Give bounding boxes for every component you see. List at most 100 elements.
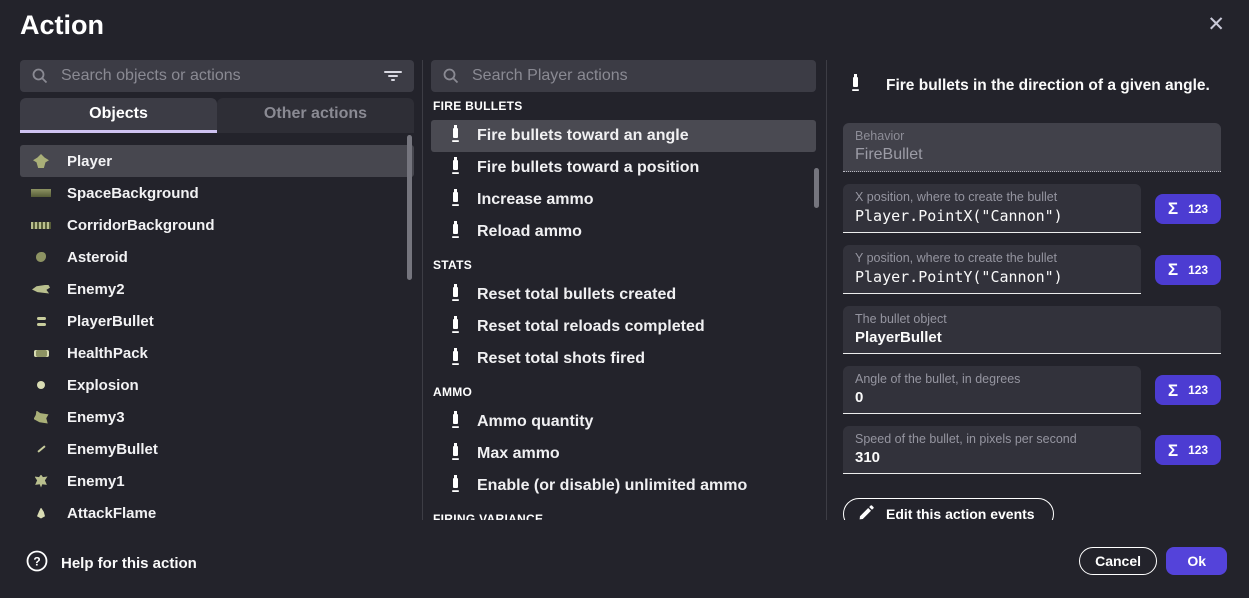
object-item-healthpack[interactable]: HealthPack: [20, 337, 414, 369]
action-item-fire-bullets-toward-a-position[interactable]: Fire bullets toward a position: [431, 152, 816, 184]
y-position-field[interactable]: Y position, where to create the bullet P…: [843, 245, 1141, 294]
bullet-icon: [451, 348, 460, 371]
actions-search-input[interactable]: [470, 66, 804, 86]
bullet-object-field[interactable]: The bullet object PlayerBullet: [843, 306, 1221, 354]
field-label: X position, where to create the bullet: [855, 190, 1129, 204]
objects-scrollbar[interactable]: [407, 135, 412, 280]
section-header-ammo: AMMO: [433, 385, 816, 399]
field-value[interactable]: Player.PointX("Cannon"): [855, 207, 1129, 225]
tab-objects[interactable]: Objects: [20, 98, 217, 133]
bullet-icon: [451, 443, 460, 466]
action-dialog: Action ✕ Objects Other actions: [0, 0, 1249, 598]
field-label: Behavior: [855, 129, 1209, 143]
tab-other-actions[interactable]: Other actions: [217, 98, 414, 133]
action-item-reset-total-bullets-created[interactable]: Reset total bullets created: [431, 279, 816, 311]
object-item-player[interactable]: Player: [20, 145, 414, 177]
field-row-bullet-object: The bullet object PlayerBullet: [843, 306, 1221, 354]
action-item-reset-total-reloads-completed[interactable]: Reset total reloads completed: [431, 311, 816, 343]
action-item-ammo-quantity[interactable]: Ammo quantity: [431, 406, 816, 438]
speed-field[interactable]: Speed of the bullet, in pixels per secon…: [843, 426, 1141, 474]
object-label: EnemyBullet: [67, 441, 158, 458]
search-icon: [443, 68, 459, 84]
object-item-playerbullet[interactable]: PlayerBullet: [20, 305, 414, 337]
numbers-123-icon: 123: [1188, 203, 1208, 215]
field-value[interactable]: 310: [855, 449, 1129, 466]
angle-field[interactable]: Angle of the bullet, in degrees 0: [843, 366, 1141, 414]
field-value[interactable]: Player.PointY("Cannon"): [855, 268, 1129, 286]
object-label: Explosion: [67, 377, 139, 394]
action-item-fire-bullets-toward-an-angle[interactable]: Fire bullets toward an angle: [431, 120, 816, 152]
object-label: Enemy1: [67, 473, 125, 490]
field-row-y-position: Y position, where to create the bullet P…: [843, 245, 1221, 294]
object-item-enemy2[interactable]: Enemy2: [20, 273, 414, 305]
enemy2-sprite-icon: [30, 285, 52, 294]
field-row-angle: Angle of the bullet, in degrees 0 Σ 123: [843, 366, 1221, 414]
asteroid-sprite-icon: [30, 252, 52, 262]
object-list: Player SpaceBackground CorridorBackgroun…: [20, 145, 414, 520]
object-item-asteroid[interactable]: Asteroid: [20, 241, 414, 273]
expression-builder-button[interactable]: Σ 123: [1155, 255, 1221, 285]
actions-panel: FIRE BULLETS Fire bullets toward an angl…: [423, 60, 827, 520]
sigma-icon: Σ: [1168, 200, 1178, 217]
action-item-max-ammo[interactable]: Max ammo: [431, 438, 816, 470]
action-item-reset-total-shots-fired[interactable]: Reset total shots fired: [431, 343, 816, 375]
field-row-speed: Speed of the bullet, in pixels per secon…: [843, 426, 1221, 474]
field-value[interactable]: PlayerBullet: [855, 329, 1209, 346]
dialog-header: Action ✕: [0, 0, 1249, 60]
field-label: Y position, where to create the bullet: [855, 251, 1129, 265]
action-item-enable-unlimited-ammo[interactable]: Enable (or disable) unlimited ammo: [431, 470, 816, 502]
dialog-content: Objects Other actions Player SpaceBackgr…: [0, 60, 1249, 520]
actions-search-box[interactable]: [431, 60, 816, 92]
field-value[interactable]: 0: [855, 389, 1129, 406]
edit-button-label: Edit this action events: [886, 506, 1035, 520]
close-icon[interactable]: ✕: [1207, 14, 1225, 35]
object-label: AttackFlame: [67, 505, 156, 521]
behavior-field: Behavior FireBullet: [843, 123, 1221, 172]
numbers-123-icon: 123: [1188, 444, 1208, 456]
action-label: Ammo quantity: [477, 413, 593, 431]
help-link[interactable]: ? Help for this action: [26, 550, 197, 576]
edit-action-events-button[interactable]: Edit this action events: [843, 498, 1054, 520]
action-label: Reset total shots fired: [477, 350, 645, 368]
object-item-enemy3[interactable]: Enemy3: [20, 401, 414, 433]
x-position-field[interactable]: X position, where to create the bullet P…: [843, 184, 1141, 233]
object-item-enemy1[interactable]: Enemy1: [20, 465, 414, 497]
object-label: SpaceBackground: [67, 185, 199, 202]
expression-builder-button[interactable]: Σ 123: [1155, 375, 1221, 405]
object-label: Enemy2: [67, 281, 125, 298]
field-value: FireBullet: [855, 146, 1209, 164]
search-icon: [32, 68, 48, 84]
action-item-increase-ammo[interactable]: Increase ammo: [431, 184, 816, 216]
action-label: Fire bullets toward an angle: [477, 127, 689, 145]
action-description-row: Fire bullets in the direction of a given…: [851, 74, 1221, 97]
bullet-icon: [451, 125, 460, 148]
action-item-reload-ammo[interactable]: Reload ammo: [431, 216, 816, 248]
section-header-stats: STATS: [433, 258, 816, 272]
actions-scrollbar[interactable]: [814, 168, 819, 208]
ok-button[interactable]: Ok: [1166, 547, 1227, 575]
sigma-icon: Σ: [1168, 382, 1178, 399]
expression-builder-button[interactable]: Σ 123: [1155, 435, 1221, 465]
object-item-corridorbackground[interactable]: CorridorBackground: [20, 209, 414, 241]
enemybullet-sprite-icon: [30, 448, 52, 450]
action-label: Reload ammo: [477, 223, 582, 241]
dialog-footer: ? Help for this action Cancel Ok: [0, 520, 1249, 598]
object-label: CorridorBackground: [67, 217, 215, 234]
object-item-enemybullet[interactable]: EnemyBullet: [20, 433, 414, 465]
bullet-icon: [451, 284, 460, 307]
field-row-behavior: Behavior FireBullet: [843, 123, 1221, 172]
expression-builder-button[interactable]: Σ 123: [1155, 194, 1221, 224]
object-item-attackflame[interactable]: AttackFlame: [20, 497, 414, 520]
filter-icon[interactable]: [384, 70, 402, 82]
objects-search-input[interactable]: [59, 66, 373, 86]
healthpack-sprite-icon: [30, 350, 52, 357]
objects-tabs: Objects Other actions: [20, 98, 414, 133]
field-label: The bullet object: [855, 312, 1209, 326]
object-item-spacebackground[interactable]: SpaceBackground: [20, 177, 414, 209]
cancel-button[interactable]: Cancel: [1079, 547, 1157, 575]
help-question-icon: ?: [26, 550, 48, 576]
objects-search-box[interactable]: [20, 60, 414, 92]
object-item-explosion[interactable]: Explosion: [20, 369, 414, 401]
field-label: Speed of the bullet, in pixels per secon…: [855, 432, 1129, 446]
field-row-x-position: X position, where to create the bullet P…: [843, 184, 1221, 233]
